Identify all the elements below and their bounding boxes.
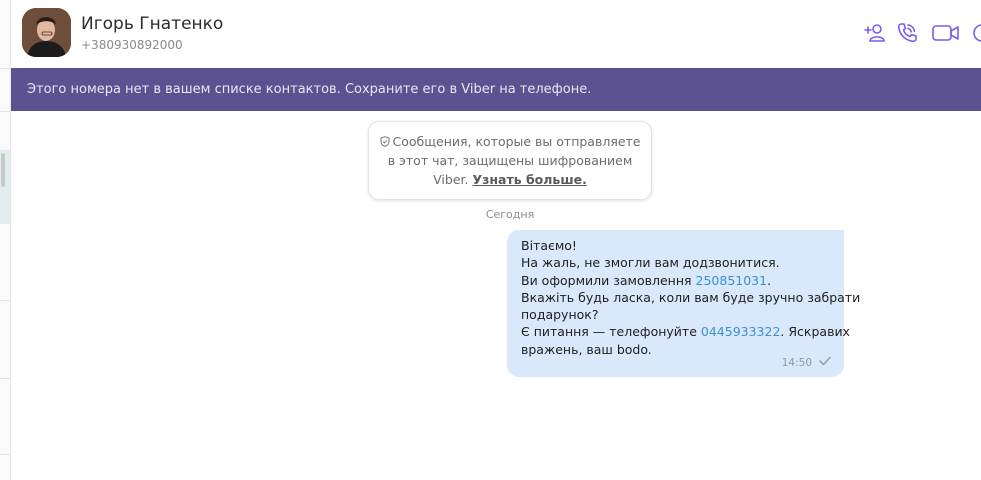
add-contact-icon[interactable] [862, 20, 888, 46]
message-line: На жаль, не змогли вам додзвонитися. [521, 255, 780, 271]
message-line-text: Є питання — телефонуйте [521, 324, 697, 340]
chat-list-separator [0, 300, 10, 301]
message-line: вражень, ваш bodo. [521, 341, 652, 357]
chat-list-scrollbar[interactable] [1, 153, 5, 187]
chat-list-separator [0, 68, 10, 69]
chat-list-separator [0, 454, 10, 455]
chat-list-separator [0, 378, 10, 379]
video-call-icon[interactable] [931, 20, 961, 46]
avatar-portrait [22, 8, 71, 57]
notice-text-line3: Viber. [433, 172, 469, 187]
message-line: Є питання — телефонуйте 0445933322. Яскр… [521, 323, 850, 340]
chat-header: Игорь Гнатенко +380930892000 [11, 0, 981, 68]
unknown-contact-banner: Этого номера нет в вашем списке контакто… [11, 68, 981, 111]
chat-list-separator [0, 111, 10, 112]
avatar[interactable] [22, 8, 71, 57]
message-line-text: Ви оформили замовлення [521, 272, 692, 288]
contact-name[interactable]: Игорь Гнатенко [81, 14, 223, 34]
notice-text-line1: Сообщения, которые вы отправляете [392, 134, 641, 149]
banner-text: Этого номера нет в вашем списке контакто… [27, 82, 592, 97]
message-line: Вітаємо! [521, 238, 577, 253]
outgoing-message-bubble[interactable]: Вітаємо! На жаль, не змогли вам додзвони… [507, 230, 861, 377]
notice-line: Viber. Узнать больше. [369, 170, 651, 189]
notice-line: Сообщения, которые вы отправляете [369, 132, 651, 151]
shield-icon [380, 136, 389, 147]
order-number-link[interactable]: 250851031 [696, 273, 768, 288]
voice-call-icon[interactable] [894, 20, 920, 46]
more-icon[interactable] [971, 20, 981, 46]
chat-list-edge[interactable] [0, 0, 11, 480]
message-line: Ви оформили замовлення 250851031. [521, 272, 836, 289]
learn-more-link[interactable]: Узнать больше. [472, 172, 586, 187]
sent-check-icon [819, 356, 831, 366]
phone-number-link[interactable]: 0445933322 [701, 324, 781, 339]
message-time: 14:50 [781, 357, 812, 369]
notice-text-line2: в этот чат, защищены шифрованием [387, 153, 633, 168]
message-text: Вітаємо! На жаль, не змогли вам додзвони… [521, 237, 861, 358]
contact-phone: +380930892000 [81, 38, 183, 52]
message-line: подарунок? [521, 307, 599, 323]
message-line: Вкажіть будь ласка, коли вам буде зручно… [521, 289, 861, 305]
date-separator: Сегодня [485, 208, 535, 221]
message-line-text: . [767, 272, 772, 288]
encryption-notice: Сообщения, которые вы отправляете в этот… [368, 121, 652, 200]
message-line-text: . Яскравих [780, 324, 850, 340]
